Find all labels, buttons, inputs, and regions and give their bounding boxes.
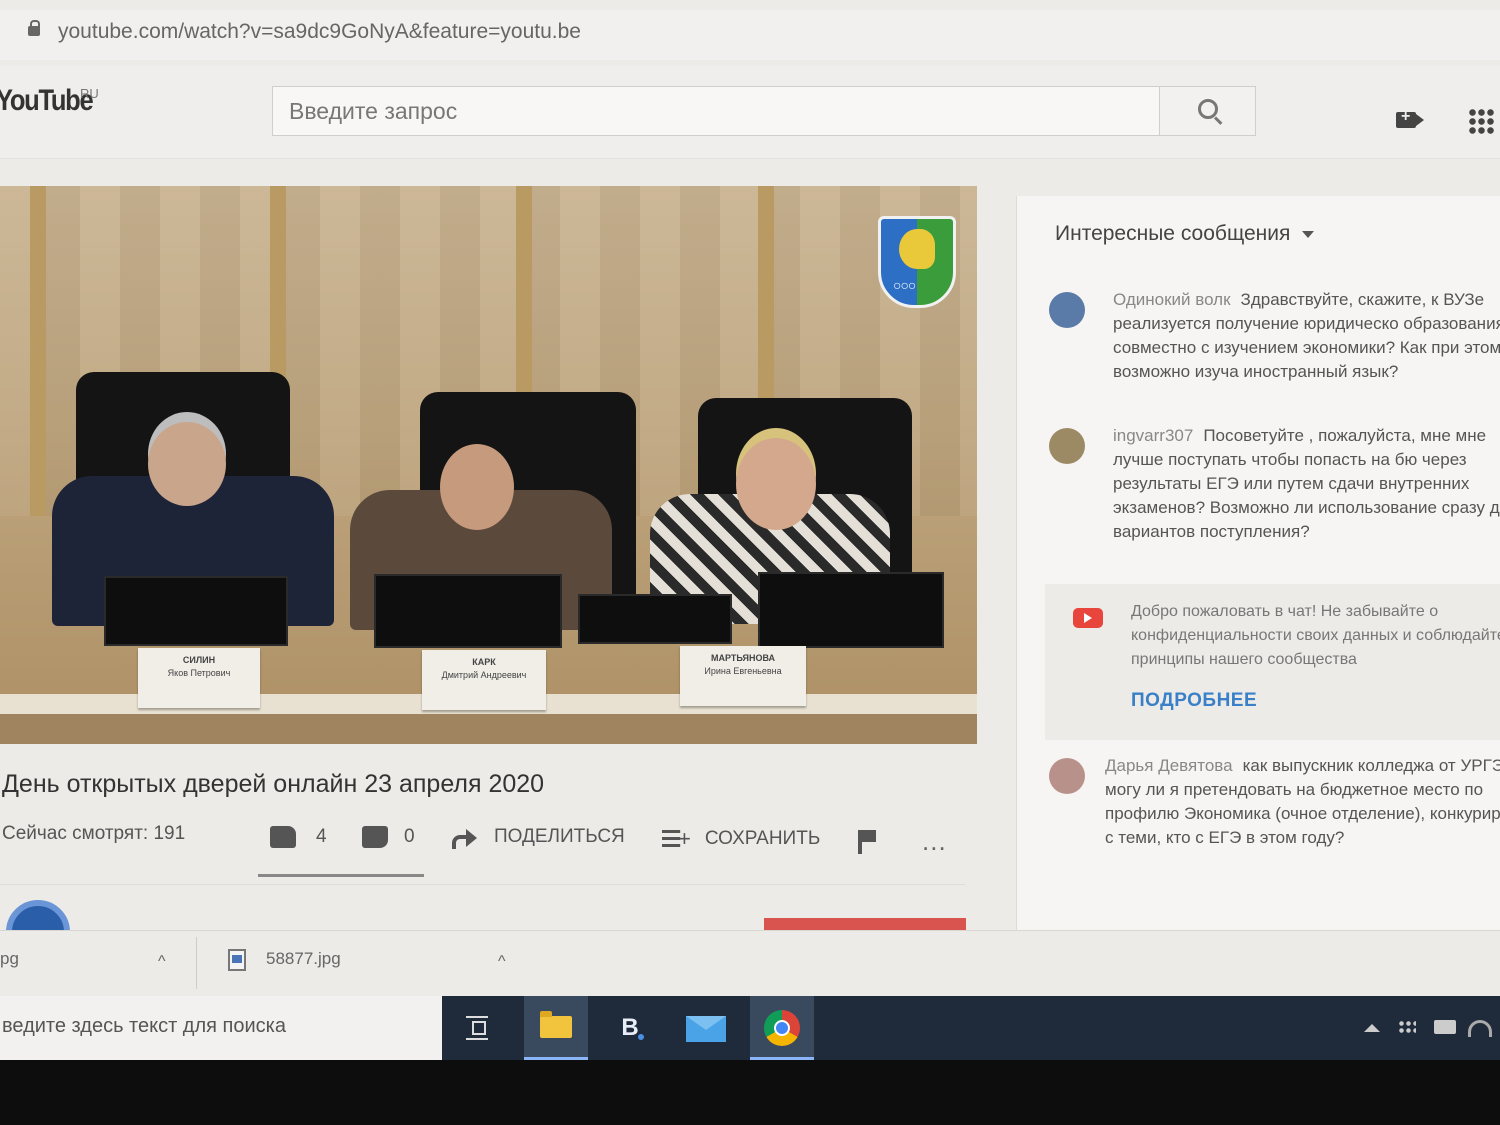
nameplate-name: СИЛИН bbox=[182, 655, 216, 665]
download-item[interactable]: pg bbox=[0, 949, 19, 969]
nameplate: СИЛИН Яков Петрович bbox=[138, 648, 260, 708]
share-label: ПОДЕЛИТЬСЯ bbox=[494, 826, 625, 847]
welcome-text: Добро пожаловать в чат! Не забывайте о к… bbox=[1131, 603, 1500, 668]
chevron-up-icon[interactable]: ^ bbox=[158, 953, 166, 971]
create-video-icon[interactable] bbox=[1396, 108, 1424, 128]
avatar[interactable] bbox=[1049, 428, 1085, 464]
report-flag-icon[interactable] bbox=[858, 830, 876, 854]
nameplate-name: МАРТЬЯНОВА bbox=[710, 653, 776, 663]
monitor-screen: youtube.com/watch?v=sa9dc9GoNyA&feature=… bbox=[0, 0, 1500, 1060]
share-icon bbox=[452, 829, 477, 849]
search-box[interactable] bbox=[272, 86, 1160, 136]
desk-monitor bbox=[104, 576, 288, 646]
chat-message-body: Одинокий волк Здравствуйте, скажите, к ВУ… bbox=[1113, 288, 1500, 384]
nameplate-sub: Ирина Евгеньевна bbox=[704, 666, 782, 676]
dropbox-icon[interactable] bbox=[1398, 1020, 1416, 1034]
nameplate: МАРТЬЯНОВА Ирина Евгеньевна bbox=[680, 646, 806, 706]
desk-monitor bbox=[374, 574, 562, 648]
learn-more-link[interactable]: ПОДРОБНЕЕ bbox=[1131, 690, 1257, 712]
chat-header-label: Интересные сообщения bbox=[1055, 222, 1291, 245]
like-ratio-bar bbox=[258, 874, 424, 877]
wall-panel bbox=[0, 714, 977, 744]
chrome-icon bbox=[764, 1010, 800, 1046]
task-view-icon bbox=[466, 1016, 488, 1040]
divider bbox=[196, 937, 197, 989]
chat-welcome-banner: Добро пожаловать в чат! Не забывайте о к… bbox=[1045, 584, 1500, 740]
nameplate: КАРК Дмитрий Андреевич bbox=[422, 650, 546, 710]
chat-filter-dropdown[interactable]: Интересные сообщения bbox=[1055, 222, 1315, 246]
show-hidden-icons-icon[interactable] bbox=[1364, 1024, 1380, 1032]
wifi-icon[interactable] bbox=[1468, 1020, 1492, 1037]
youtube-header: YouTube RU bbox=[0, 66, 1500, 159]
mail-icon bbox=[686, 1016, 726, 1042]
nameplate-sub: Яков Петрович bbox=[167, 668, 231, 678]
chat-author[interactable]: Дарья Девятова bbox=[1105, 756, 1233, 775]
rings-icon: ○○○ bbox=[893, 277, 916, 293]
view-count: Сейчас смотрят: 191 bbox=[2, 823, 186, 844]
search-input[interactable] bbox=[273, 87, 1151, 135]
chat-author[interactable]: Одинокий волк bbox=[1113, 290, 1231, 309]
avatar[interactable] bbox=[1049, 292, 1085, 328]
lock-icon bbox=[28, 20, 40, 36]
windows-taskbar: B bbox=[0, 996, 1500, 1060]
address-bar[interactable]: youtube.com/watch?v=sa9dc9GoNyA&feature=… bbox=[0, 10, 1500, 60]
dislike-button[interactable]: 0 bbox=[362, 826, 415, 848]
url-text[interactable]: youtube.com/watch?v=sa9dc9GoNyA&feature=… bbox=[58, 20, 581, 44]
search-icon bbox=[1198, 99, 1218, 119]
save-label: СОХРАНИТЬ bbox=[704, 828, 821, 849]
video-title: День открытых дверей онлайн 23 апреля 20… bbox=[2, 770, 545, 798]
search-button[interactable] bbox=[1160, 86, 1256, 136]
desk-monitor bbox=[578, 594, 732, 644]
nameplate-sub: Дмитрий Андреевич bbox=[441, 670, 527, 680]
chat-author[interactable]: ingvarr307 bbox=[1113, 426, 1193, 445]
downloads-bar: pg ^ 58877.jpg ^ bbox=[0, 930, 1500, 997]
like-button[interactable]: 4 bbox=[270, 826, 327, 848]
youtube-logo[interactable]: YouTube bbox=[0, 84, 94, 118]
download-item[interactable]: 58877.jpg bbox=[266, 949, 341, 969]
griffin-icon bbox=[899, 229, 935, 269]
live-chat-panel: Интересные сообщения Одинокий волк Здравс… bbox=[1016, 196, 1500, 936]
speaker-3-head bbox=[736, 438, 816, 530]
region-label: RU bbox=[80, 86, 99, 101]
monitor-bezel bbox=[0, 1060, 1500, 1125]
video-player[interactable]: СИЛИН Яков Петрович КАРК Дмитрий Андреев… bbox=[0, 186, 977, 744]
task-view-button[interactable] bbox=[446, 996, 510, 1060]
like-count: 4 bbox=[316, 826, 327, 847]
share-button[interactable]: ПОДЕЛИТЬСЯ bbox=[452, 826, 625, 849]
apps-grid-icon[interactable] bbox=[1468, 108, 1494, 134]
desk-monitor bbox=[758, 572, 944, 648]
chrome-app-button[interactable] bbox=[750, 996, 814, 1060]
speaker-1-head bbox=[148, 422, 226, 506]
avatar[interactable] bbox=[1049, 758, 1085, 794]
youtube-icon bbox=[1073, 608, 1103, 628]
thumbs-down-icon bbox=[362, 826, 388, 848]
more-actions-button[interactable]: ... bbox=[922, 826, 947, 857]
coat-of-arms-logo: ○○○ bbox=[878, 216, 956, 308]
battery-icon[interactable] bbox=[1434, 1020, 1456, 1034]
chat-message-body: Дарья Девятова как выпускник колледжа от … bbox=[1105, 754, 1500, 850]
taskbar-search-input[interactable] bbox=[0, 996, 434, 1056]
taskbar-search[interactable] bbox=[0, 996, 442, 1060]
chevron-down-icon bbox=[1302, 230, 1315, 238]
vk-app-button[interactable]: B bbox=[598, 996, 662, 1060]
wall-post bbox=[30, 186, 46, 516]
folder-icon bbox=[540, 1011, 572, 1038]
vk-icon: B bbox=[612, 1012, 648, 1044]
image-file-icon bbox=[228, 949, 246, 971]
mail-app-button[interactable] bbox=[674, 996, 738, 1060]
nameplate-name: КАРК bbox=[472, 657, 496, 667]
dislike-count: 0 bbox=[404, 826, 415, 847]
chevron-up-icon[interactable]: ^ bbox=[498, 953, 506, 971]
thumbs-up-icon bbox=[270, 826, 296, 848]
chat-message-body: ingvarr307 Посоветуйте , пожалуйста, мне … bbox=[1113, 424, 1500, 544]
divider bbox=[0, 884, 965, 885]
save-button[interactable]: + СОХРАНИТЬ bbox=[662, 826, 820, 852]
speaker-2-head bbox=[440, 444, 514, 530]
file-explorer-button[interactable] bbox=[524, 996, 588, 1060]
